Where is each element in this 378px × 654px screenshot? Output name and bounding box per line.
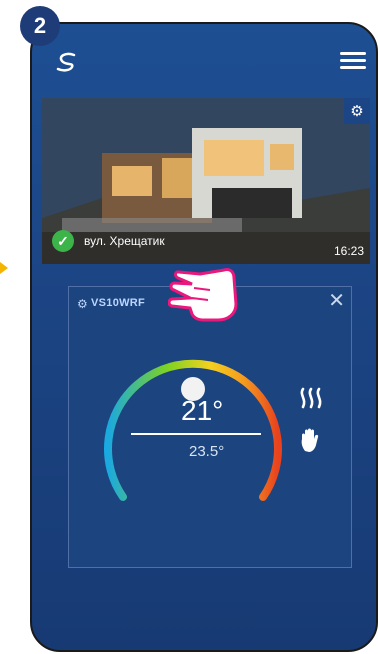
hamburger-menu-icon[interactable] xyxy=(340,52,366,70)
location-hero-image[interactable]: ⚙ ✓ вул. Хрещатик 16:23 xyxy=(42,98,370,264)
location-name: вул. Хрещатик xyxy=(84,234,165,248)
manual-mode-hand-icon xyxy=(301,428,319,452)
close-icon[interactable]: ✕ xyxy=(328,291,345,311)
location-settings-gear-icon[interactable]: ⚙ xyxy=(344,98,370,124)
step-number-badge: 2 xyxy=(20,6,60,46)
device-settings-gear-icon[interactable]: ⚙ xyxy=(77,297,88,311)
temperature-dial[interactable] xyxy=(93,347,293,527)
arrow-hint-icon xyxy=(0,262,8,274)
app-logo-icon xyxy=(56,52,76,72)
tap-gesture-hand-icon xyxy=(168,268,238,322)
phone-frame: ⚙ ✓ вул. Хрещатик 16:23 ⚙ VS10WRF ✕ 21° … xyxy=(30,22,378,652)
connected-check-icon: ✓ xyxy=(52,230,74,252)
current-temperature: 23.5° xyxy=(189,443,225,460)
location-time: 16:23 xyxy=(333,244,364,258)
device-name: VS10WRF xyxy=(91,297,146,309)
temperature-divider xyxy=(131,433,261,435)
thermostat-card[interactable]: ⚙ VS10WRF ✕ 21° 23.5° xyxy=(68,286,352,568)
heating-icon xyxy=(300,387,322,409)
setpoint-temperature: 21° xyxy=(181,395,224,426)
top-bar xyxy=(32,24,376,94)
